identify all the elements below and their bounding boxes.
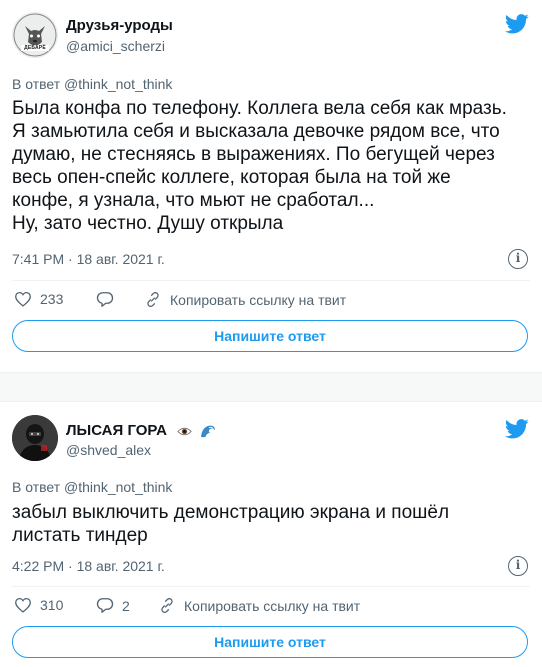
reply-action-button[interactable]: 2: [96, 597, 130, 614]
tweet-text-line: конфе, я узнала, что мьют не сработал...: [12, 190, 375, 211]
reply-action-button[interactable]: [96, 291, 122, 308]
author-name-row: ЛЫСАЯ ГОРА: [66, 422, 216, 439]
divider: [12, 586, 530, 587]
tweet-card: ДЕБАРЁ Друзья-уроды @amici_scherzi В отв…: [0, 0, 542, 372]
heart-icon: [15, 291, 31, 307]
wave-emoji-icon: [201, 425, 216, 438]
info-icon[interactable]: i: [508, 249, 528, 269]
tweet-text-line: весь опен-спейс коллеге, которая была на…: [12, 167, 451, 188]
reply-count: 2: [122, 597, 130, 614]
link-icon: [161, 598, 173, 613]
tweet-text-line: думаю, не стесняясь в выражениях. По бег…: [12, 144, 495, 165]
person-avatar-icon: [12, 415, 58, 461]
tweet-text: Была конфа по телефону. Коллега вела себ…: [12, 97, 507, 235]
like-button[interactable]: 310: [14, 597, 63, 613]
dog-avatar-icon: [12, 12, 58, 58]
link-icon: [147, 292, 159, 307]
tweet-text-line: листать тиндер: [12, 525, 148, 546]
like-count: 233: [40, 291, 64, 307]
reply-context: В ответ @think_not_think: [12, 76, 172, 92]
like-button[interactable]: 233: [14, 291, 63, 307]
tweet-timestamp[interactable]: 4:22 PM · 18 авг. 2021 г.: [12, 558, 165, 574]
reply-prefix: В ответ: [12, 479, 61, 495]
reply-to-handle[interactable]: @think_not_think: [64, 76, 172, 92]
twitter-bird-icon[interactable]: [505, 14, 529, 34]
like-count: 310: [40, 597, 64, 613]
author-handle[interactable]: @shved_alex: [66, 442, 151, 458]
copy-link-button[interactable]: Копировать ссылку на твит: [158, 597, 360, 614]
tweet-separator: [0, 372, 542, 402]
tweet-card: ЛЫСАЯ ГОРА @shved_alex В ответ @think_no…: [0, 402, 542, 667]
avatar[interactable]: [12, 415, 58, 461]
tweet-text-line: Я замьютила себя и высказала девочке ряд…: [12, 121, 500, 142]
avatar-caption: ДЕБАРЁ: [24, 45, 46, 51]
reply-icon: [96, 292, 114, 307]
tweet-text: забыл выключить демонстрацию экрана и по…: [12, 501, 449, 547]
write-reply-button[interactable]: Напишите ответ: [12, 626, 528, 658]
tweet-text-line: Была конфа по телефону. Коллега вела себ…: [12, 98, 507, 119]
divider: [12, 280, 530, 281]
eye-emoji-icon: [177, 427, 192, 435]
tweet-text-line: Ну, зато честно. Душу открыла: [12, 213, 284, 234]
reply-icon: [96, 598, 114, 613]
reply-context: В ответ @think_not_think: [12, 479, 172, 495]
heart-icon: [15, 597, 31, 613]
copy-link-label: Копировать ссылку на твит: [170, 291, 347, 308]
reply-prefix: В ответ: [12, 76, 61, 92]
avatar[interactable]: ДЕБАРЁ: [12, 12, 58, 58]
tweet-text-line: забыл выключить демонстрацию экрана и по…: [12, 502, 450, 523]
reply-to-handle[interactable]: @think_not_think: [64, 479, 172, 495]
tweet-timestamp[interactable]: 7:41 PM · 18 авг. 2021 г.: [12, 251, 165, 267]
twitter-bird-icon[interactable]: [505, 419, 529, 439]
author-name[interactable]: ЛЫСАЯ ГОРА: [66, 422, 167, 439]
copy-link-button[interactable]: Копировать ссылку на твит: [144, 291, 346, 308]
info-icon[interactable]: i: [508, 556, 528, 576]
write-reply-button[interactable]: Напишите ответ: [12, 320, 528, 352]
copy-link-label: Копировать ссылку на твит: [184, 597, 361, 614]
author-name[interactable]: Друзья-уроды: [66, 17, 173, 34]
author-handle[interactable]: @amici_scherzi: [66, 38, 165, 54]
